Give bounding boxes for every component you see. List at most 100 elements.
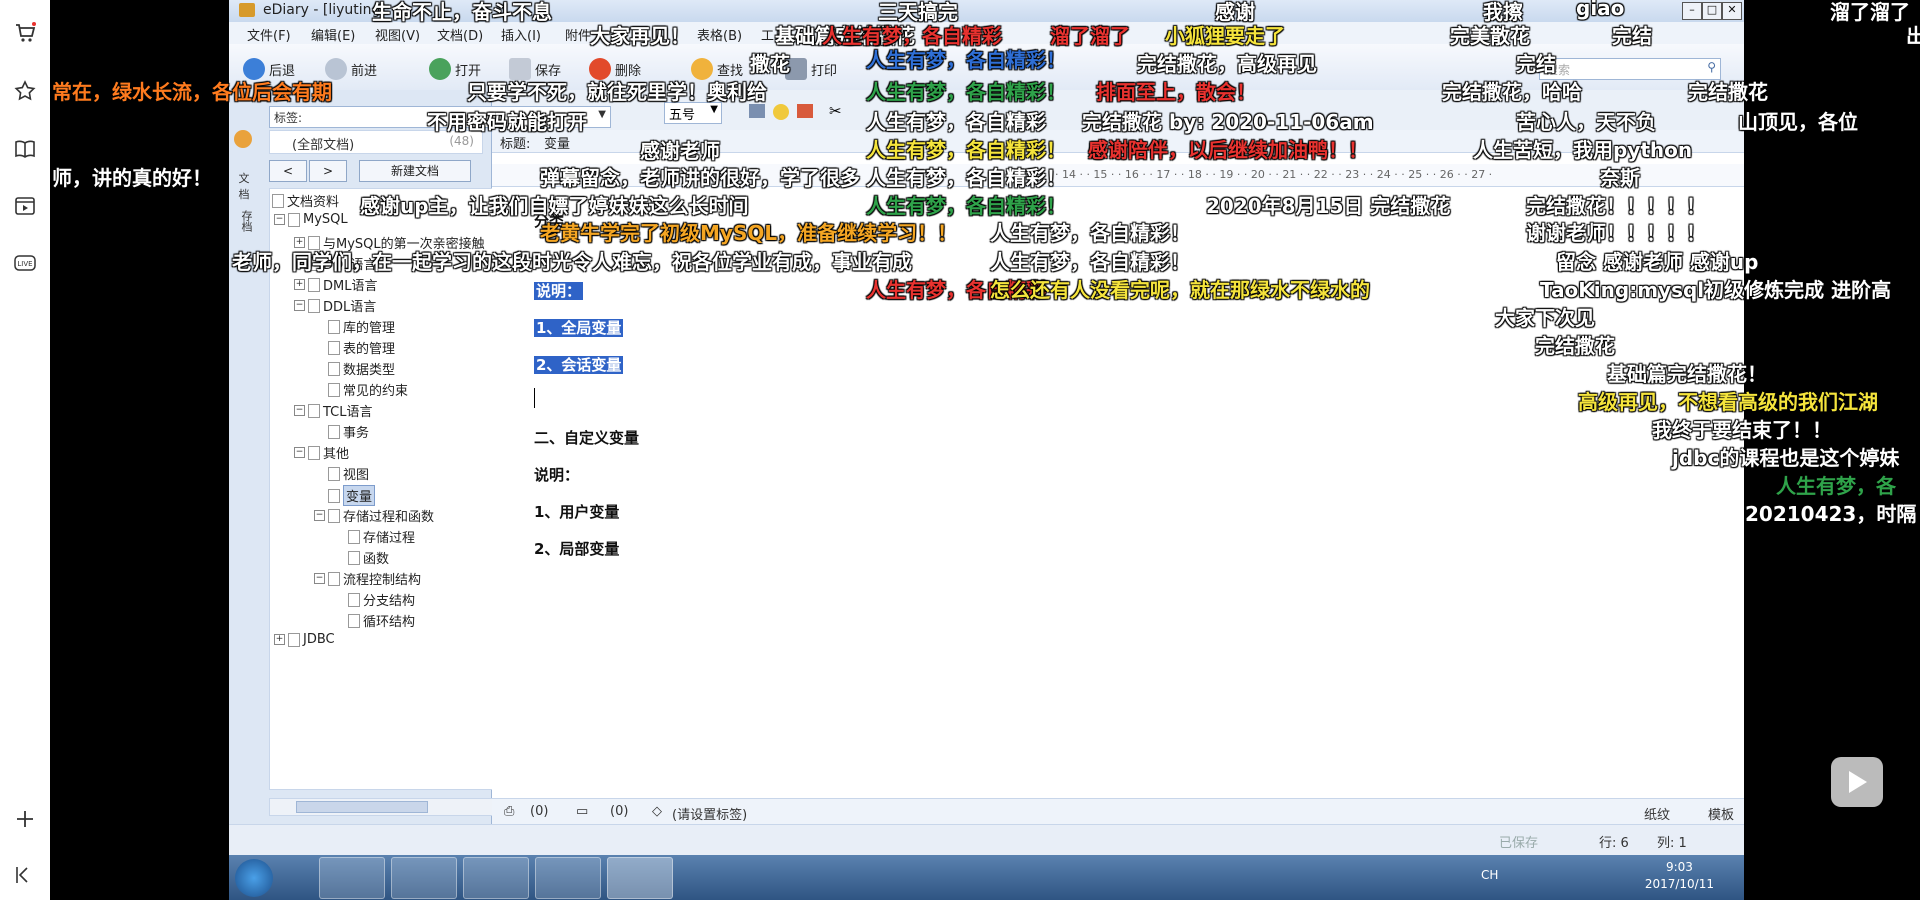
danmaku-comment: 感谢up主，让我们自嫖了婷妹妹这么长时间 — [360, 194, 749, 218]
tree-node[interactable]: 分支结构 — [348, 590, 415, 609]
danmaku-comment: 人生有梦，各自精彩！ — [866, 194, 1066, 218]
tree-node[interactable]: + DML语言 — [294, 275, 377, 294]
close-button[interactable]: ✕ — [1722, 2, 1742, 20]
image-icon[interactable] — [749, 104, 765, 118]
tab-archive[interactable]: 存档 — [234, 210, 254, 232]
document-icon — [288, 632, 300, 647]
cut-icon[interactable]: ✂ — [829, 102, 842, 120]
document-icon — [348, 613, 360, 628]
menu-view[interactable]: 视图(V) — [375, 25, 420, 44]
danmaku-comment: 谢谢老师！！！！！ — [1526, 221, 1706, 245]
start-icon[interactable] — [235, 859, 273, 897]
menu-insert[interactable]: 插入(I) — [501, 25, 541, 44]
menu-edit[interactable]: 编辑(E) — [311, 25, 355, 44]
tree-node[interactable]: 常见的约束 — [328, 380, 408, 399]
menu-table[interactable]: 表格(B) — [697, 25, 742, 44]
danmaku-comment: 常在，绿水长流，各位后会有期 — [52, 80, 332, 104]
clock[interactable]: 9:03 2017/10/11 — [1645, 859, 1714, 893]
live-icon[interactable]: LIVE — [12, 250, 38, 276]
svg-text:LIVE: LIVE — [17, 260, 32, 268]
template-button[interactable]: 模板 — [1708, 804, 1734, 823]
tree-node[interactable]: − DDL语言 — [294, 296, 376, 315]
tree-node[interactable]: 表的管理 — [328, 338, 395, 357]
book-icon[interactable] — [12, 136, 38, 162]
tree-node[interactable]: 文档资料 — [272, 191, 339, 210]
document-icon — [348, 529, 360, 544]
attachment-count: (0) — [530, 804, 549, 819]
taskbar-app-2[interactable] — [391, 857, 457, 899]
collapse-icon: − — [274, 214, 285, 225]
doc-line: 1、全局变量 — [534, 319, 624, 337]
font-size-select[interactable]: 五号 ▼ — [664, 102, 722, 124]
comment-icon[interactable]: ▭ — [576, 804, 588, 819]
document-icon — [308, 403, 320, 418]
tree-node-selected[interactable]: 变量 — [328, 485, 376, 506]
attachment-icon[interactable]: ⎙ — [504, 804, 514, 819]
scroll-thumb[interactable] — [296, 801, 428, 813]
cart-icon[interactable] — [12, 20, 38, 46]
collapse-icon: − — [314, 510, 325, 521]
tree-node[interactable]: 数据类型 — [328, 359, 395, 378]
tree-node[interactable]: − 存储过程和函数 — [314, 506, 434, 525]
tree-node[interactable]: 视图 — [328, 464, 369, 483]
subject-field[interactable]: 变量 — [544, 133, 570, 152]
emoji-icon[interactable] — [773, 104, 789, 120]
tree-scrollbar[interactable] — [269, 798, 493, 816]
danmaku-comment: 弹幕留念，老师讲的很好，学了很多 — [540, 166, 860, 190]
tree-node[interactable]: 存储过程 — [348, 527, 415, 546]
danmaku-comment: 完结撒花！！！！！ — [1526, 194, 1706, 218]
danmaku-comment: 完美散花 — [1450, 24, 1530, 48]
tree-node[interactable]: 事务 — [328, 422, 369, 441]
tab-documents[interactable]: 文档 — [234, 170, 254, 202]
danmaku-comment: 苦心人，天不负 — [1516, 110, 1656, 134]
gear-icon[interactable] — [234, 130, 252, 148]
print-button[interactable]: 打印 — [785, 58, 837, 80]
tree-node[interactable]: 库的管理 — [328, 317, 395, 336]
document-icon — [308, 277, 320, 292]
danmaku-comment: 留念 感谢老师 感谢up — [1556, 250, 1759, 274]
input-language[interactable]: CH — [1481, 868, 1498, 882]
tag-icon[interactable]: ◇ — [652, 804, 662, 819]
tree-node[interactable]: − 其他 — [294, 443, 349, 462]
taskbar-app-1[interactable] — [319, 857, 385, 899]
video-list-icon[interactable] — [12, 193, 38, 219]
tree-node[interactable]: 函数 — [348, 548, 389, 567]
danmaku-comment: 我终于要结束了！！ — [1652, 418, 1832, 442]
tree-node[interactable]: − TCL语言 — [294, 401, 373, 420]
minimize-button[interactable]: – — [1682, 2, 1702, 20]
maximize-button[interactable]: □ — [1702, 2, 1722, 20]
collapse-icon[interactable] — [12, 862, 38, 888]
tree-node[interactable]: 循环结构 — [348, 611, 415, 630]
document-icon — [328, 571, 340, 586]
danmaku-comment: 出 — [1906, 24, 1920, 48]
tree-node[interactable]: + JDBC — [274, 632, 335, 647]
tree-node[interactable]: − 流程控制结构 — [314, 569, 421, 588]
calendar-icon[interactable] — [797, 104, 813, 118]
danmaku-comment: 老黄牛学完了初级MySQL，准备继续学习！！ — [540, 221, 958, 245]
menu-file[interactable]: 文件(F) — [247, 25, 291, 44]
danmaku-comment: 人生有梦，各自精彩！ — [866, 48, 1066, 72]
document-icon — [328, 466, 340, 481]
nav-forward-button[interactable]: > — [309, 160, 347, 182]
new-document-button[interactable]: 新建文档 — [359, 160, 471, 182]
danmaku-comment: 完结撒花 by: 2020-11-06am — [1082, 110, 1374, 134]
star-icon[interactable] — [12, 78, 38, 104]
tree-node[interactable]: − MySQL — [274, 212, 348, 227]
danmaku-comment: TaoKing:mysql初级修炼完成 进阶高 — [1540, 278, 1892, 302]
danmaku-comment: 完结撒花 — [1688, 80, 1768, 104]
menu-document[interactable]: 文档(D) — [437, 25, 483, 44]
forward-button[interactable]: 前进 — [325, 58, 377, 80]
tag-setting[interactable]: (请设置标签) — [672, 804, 747, 823]
menu-attach[interactable]: 附件 — [565, 25, 591, 44]
status-bar: 已保存 行: 6 列: 1 — [229, 824, 1744, 855]
danmaku-comment: 人生有梦，各自精彩！ — [990, 250, 1190, 274]
taskbar-app-4[interactable] — [535, 857, 601, 899]
paper-button[interactable]: 纸纹 — [1644, 804, 1670, 823]
collapse-icon: − — [294, 405, 305, 416]
play-button[interactable] — [1831, 757, 1883, 807]
danmaku-comment: 大家再见！ — [590, 24, 690, 48]
add-icon[interactable] — [12, 806, 38, 832]
taskbar-app-3[interactable] — [463, 857, 529, 899]
taskbar-app-5[interactable] — [607, 857, 673, 899]
nav-back-button[interactable]: < — [269, 160, 307, 182]
